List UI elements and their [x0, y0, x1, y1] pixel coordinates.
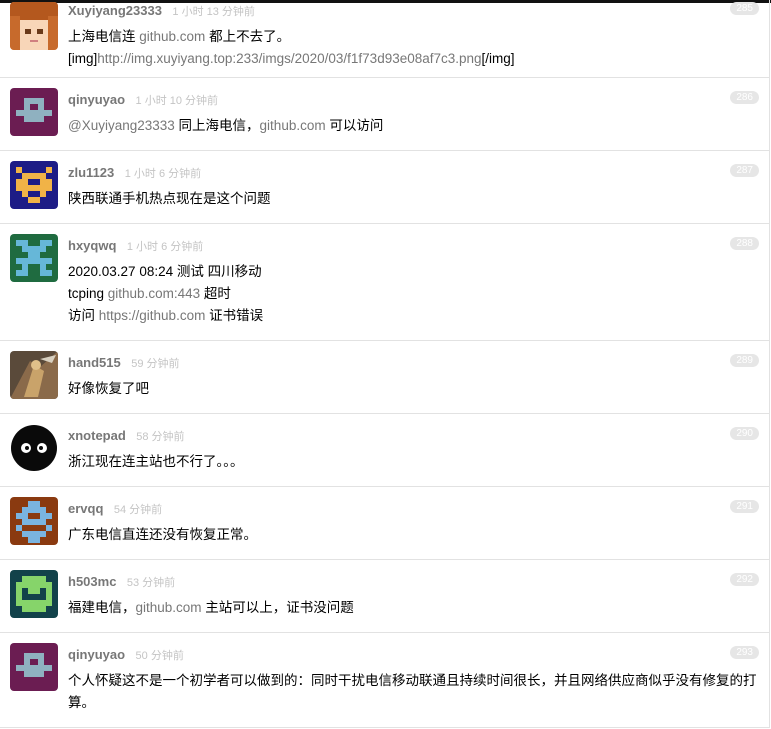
reply-meta: xnotepad 58 分钟前 — [68, 428, 185, 444]
username-link[interactable]: qinyuyao — [68, 92, 125, 107]
username-link[interactable]: Xuyiyang23333 — [68, 3, 162, 18]
link[interactable]: github.com — [136, 600, 202, 615]
reply-content: 广东电信直连还没有恢复正常。 — [68, 524, 757, 546]
floor-number: 289 — [730, 354, 759, 367]
link[interactable]: github.com — [260, 118, 326, 133]
reply-time[interactable]: 1 小时 6 分钟前 — [125, 168, 201, 180]
reply-item: hand515 59 分钟前 289 好像恢复了吧 — [0, 341, 769, 414]
text: 浙江现在连主站也不行了。。。 — [68, 454, 244, 469]
username-link[interactable]: zlu1123 — [68, 165, 114, 180]
reply-meta: zlu1123 1 小时 6 分钟前 — [68, 165, 201, 181]
floor-number: 288 — [730, 237, 759, 250]
pixel-avatar-green[interactable] — [10, 234, 58, 282]
text: 可以访问 — [325, 118, 384, 133]
floor-number: 292 — [730, 573, 759, 586]
text: 同上海电信， — [174, 118, 260, 133]
reply-list: Xuyiyang23333 1 小时 13 分钟前 285 上海电信连 gith… — [0, 0, 770, 728]
reply-time[interactable]: 54 分钟前 — [114, 504, 162, 516]
floor-number: 290 — [730, 427, 759, 440]
reply-time[interactable]: 1 小时 6 分钟前 — [127, 241, 203, 253]
username-link[interactable]: ervqq — [68, 501, 103, 516]
text: tcping — [68, 286, 108, 301]
pixel-avatar-purple[interactable] — [10, 88, 58, 136]
text: 都上不去了。 — [205, 29, 291, 44]
reply-time[interactable]: 58 分钟前 — [136, 431, 184, 443]
anime-girl-avatar[interactable] — [10, 2, 58, 50]
photo-avatar[interactable] — [10, 351, 58, 399]
reply-content: 浙江现在连主站也不行了。。。 — [68, 451, 757, 473]
floor-number: 285 — [730, 2, 759, 15]
reply-meta: h503mc 53 分钟前 — [68, 574, 175, 590]
reply-content: 好像恢复了吧 — [68, 378, 757, 400]
username-link[interactable]: hxyqwq — [68, 238, 116, 253]
text: 超时 — [200, 286, 231, 301]
mention-link[interactable]: @Xuyiyang23333 — [68, 118, 175, 133]
text: 好像恢复了吧 — [68, 381, 149, 396]
link[interactable]: http://img.xuyiyang.top:233/imgs/2020/03… — [97, 51, 481, 66]
text: 2020.03.27 08:24 测试 四川移动 — [68, 264, 262, 279]
floor-number: 287 — [730, 164, 759, 177]
reply-meta: qinyuyao 50 分钟前 — [68, 647, 184, 663]
text: 主站可以上，证书没问题 — [201, 600, 354, 615]
text: [img] — [68, 51, 98, 66]
reply-meta: ervqq 54 分钟前 — [68, 501, 162, 517]
reply-meta: hxyqwq 1 小时 6 分钟前 — [68, 238, 203, 254]
reply-meta: hand515 59 分钟前 — [68, 355, 180, 371]
text: 陕西联通手机热点现在是这个问题 — [68, 191, 271, 206]
username-link[interactable]: hand515 — [68, 355, 121, 370]
reply-content: 陕西联通手机热点现在是这个问题 — [68, 188, 757, 210]
floor-number: 293 — [730, 646, 759, 659]
reply-time[interactable]: 1 小时 10 分钟前 — [136, 95, 219, 107]
text: [/img] — [481, 51, 515, 66]
reply-item: Xuyiyang23333 1 小时 13 分钟前 285 上海电信连 gith… — [0, 0, 769, 78]
reply-meta: qinyuyao 1 小时 10 分钟前 — [68, 92, 218, 108]
floor-number: 291 — [730, 500, 759, 513]
pixel-avatar-purple[interactable] — [10, 643, 58, 691]
reply-item: ervqq 54 分钟前 291 广东电信直连还没有恢复正常。 — [0, 487, 769, 560]
reply-time[interactable]: 53 分钟前 — [127, 577, 175, 589]
reply-time[interactable]: 59 分钟前 — [131, 358, 179, 370]
text: 个人怀疑这不是一个初学者可以做到的：同时干扰电信移动联通且持续时间很长，并且网络… — [68, 673, 757, 710]
reply-content: 福建电信，github.com 主站可以上，证书没问题 — [68, 597, 757, 619]
reply-meta: Xuyiyang23333 1 小时 13 分钟前 — [68, 3, 255, 19]
username-link[interactable]: xnotepad — [68, 428, 126, 443]
face-avatar-black[interactable] — [10, 424, 58, 472]
reply-item: h503mc 53 分钟前 292 福建电信，github.com 主站可以上，… — [0, 560, 769, 633]
pixel-avatar-navy[interactable] — [10, 161, 58, 209]
text: 福建电信， — [68, 600, 136, 615]
reply-item: qinyuyao 50 分钟前 293 个人怀疑这不是一个初学者可以做到的：同时… — [0, 633, 769, 728]
text: 上海电信连 — [68, 29, 140, 44]
reply-content: 2020.03.27 08:24 测试 四川移动 tcping github.c… — [68, 261, 757, 327]
reply-item: zlu1123 1 小时 6 分钟前 287 陕西联通手机热点现在是这个问题 — [0, 151, 769, 224]
text: 广东电信直连还没有恢复正常。 — [68, 527, 257, 542]
reply-item: hxyqwq 1 小时 6 分钟前 288 2020.03.27 08:24 测… — [0, 224, 769, 341]
floor-number: 286 — [730, 91, 759, 104]
reply-content: 个人怀疑这不是一个初学者可以做到的：同时干扰电信移动联通且持续时间很长，并且网络… — [68, 670, 757, 714]
link[interactable]: github.com — [139, 29, 205, 44]
text: 访问 — [68, 308, 99, 323]
pixel-avatar-brown[interactable] — [10, 497, 58, 545]
reply-content: 上海电信连 github.com 都上不去了。 [img]http://img.… — [68, 26, 757, 70]
username-link[interactable]: h503mc — [68, 574, 116, 589]
reply-time[interactable]: 50 分钟前 — [136, 650, 184, 662]
link[interactable]: https://github.com — [99, 308, 206, 323]
link[interactable]: github.com:443 — [108, 286, 200, 301]
reply-content: @Xuyiyang23333 同上海电信，github.com 可以访问 — [68, 115, 757, 137]
reply-item: xnotepad 58 分钟前 290 浙江现在连主站也不行了。。。 — [0, 414, 769, 487]
reply-item: qinyuyao 1 小时 10 分钟前 286 @Xuyiyang23333 … — [0, 78, 769, 151]
reply-time[interactable]: 1 小时 13 分钟前 — [172, 6, 255, 18]
pixel-avatar-teal[interactable] — [10, 570, 58, 618]
username-link[interactable]: qinyuyao — [68, 647, 125, 662]
text: 证书错误 — [205, 308, 264, 323]
